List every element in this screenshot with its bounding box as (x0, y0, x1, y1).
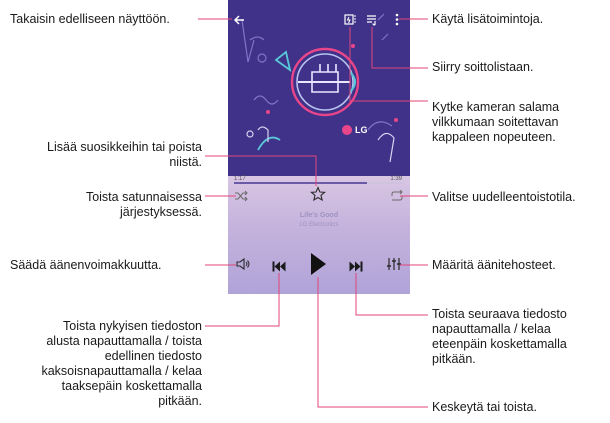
callout-lines (198, 18, 428, 408)
